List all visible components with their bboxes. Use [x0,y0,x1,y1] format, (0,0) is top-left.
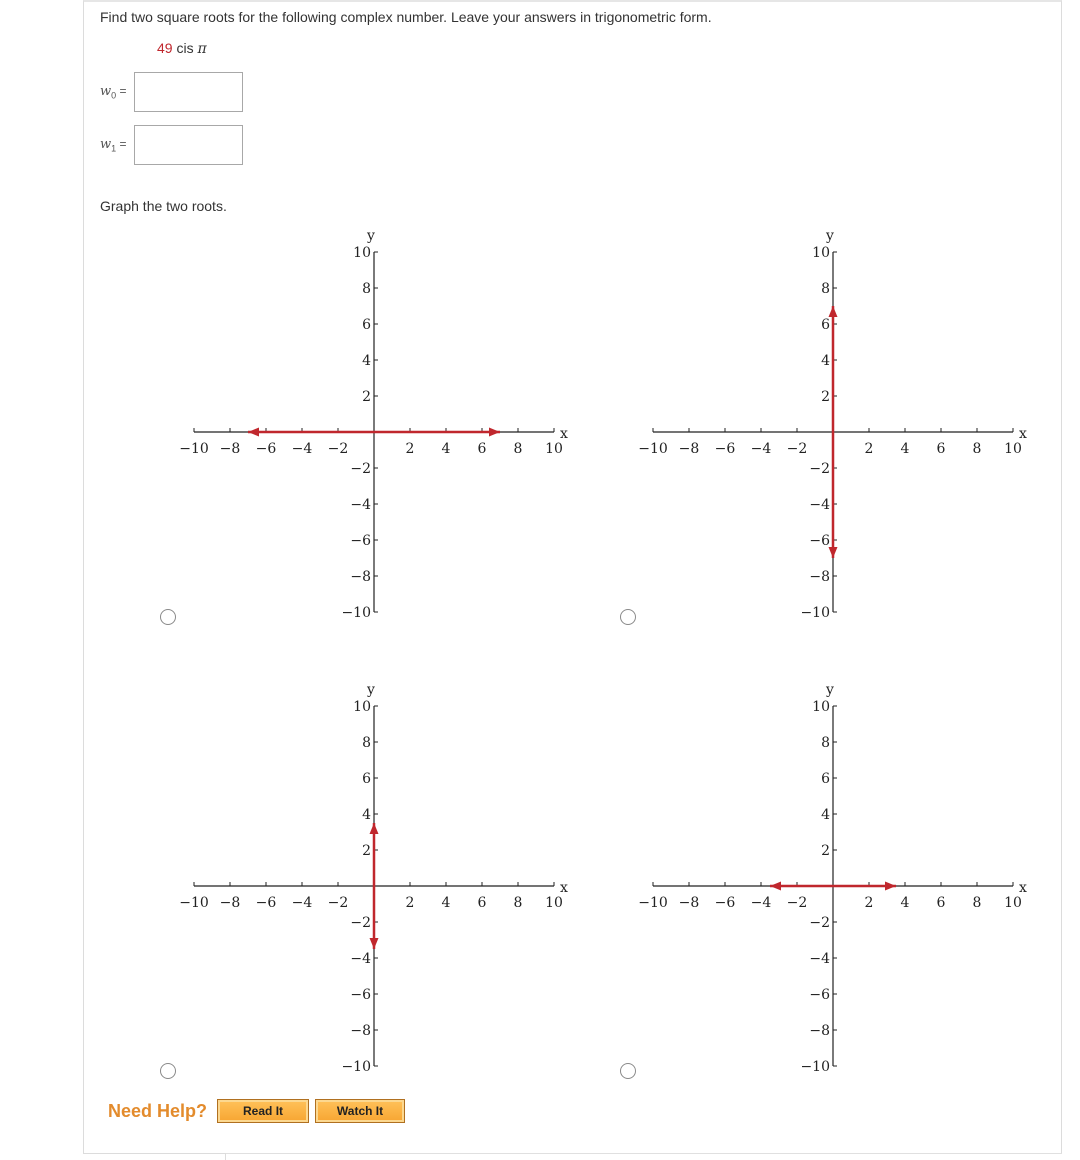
w0-label: w0 = [100,83,127,101]
footer-line [226,1153,1062,1154]
question-prompt: Find two square roots for the following … [100,9,712,25]
choice-radio-3[interactable] [160,1063,176,1079]
given-complex-number: 49 cis π [157,40,207,57]
answer-row-w1: w1 = [100,125,243,165]
footer-divider [83,1153,226,1160]
choice-radio-1[interactable] [160,609,176,625]
given-cis: cis [176,40,194,56]
need-help-label: Need Help? [108,1100,208,1121]
choice-radio-2[interactable] [620,609,636,625]
given-angle: π [197,41,207,57]
choice-radio-4[interactable] [620,1063,636,1079]
watch-it-button[interactable]: Watch It [315,1099,406,1123]
w1-input[interactable] [134,125,243,165]
answer-row-w0: w0 = [100,72,243,112]
given-modulus: 49 [157,40,173,56]
w0-input[interactable] [134,72,243,112]
question-panel [83,0,1062,1154]
need-help-section: Need Help? Read It Watch It [108,1099,406,1123]
graph-prompt: Graph the two roots. [100,198,227,214]
read-it-button[interactable]: Read It [217,1099,310,1123]
w1-label: w1 = [100,136,127,154]
